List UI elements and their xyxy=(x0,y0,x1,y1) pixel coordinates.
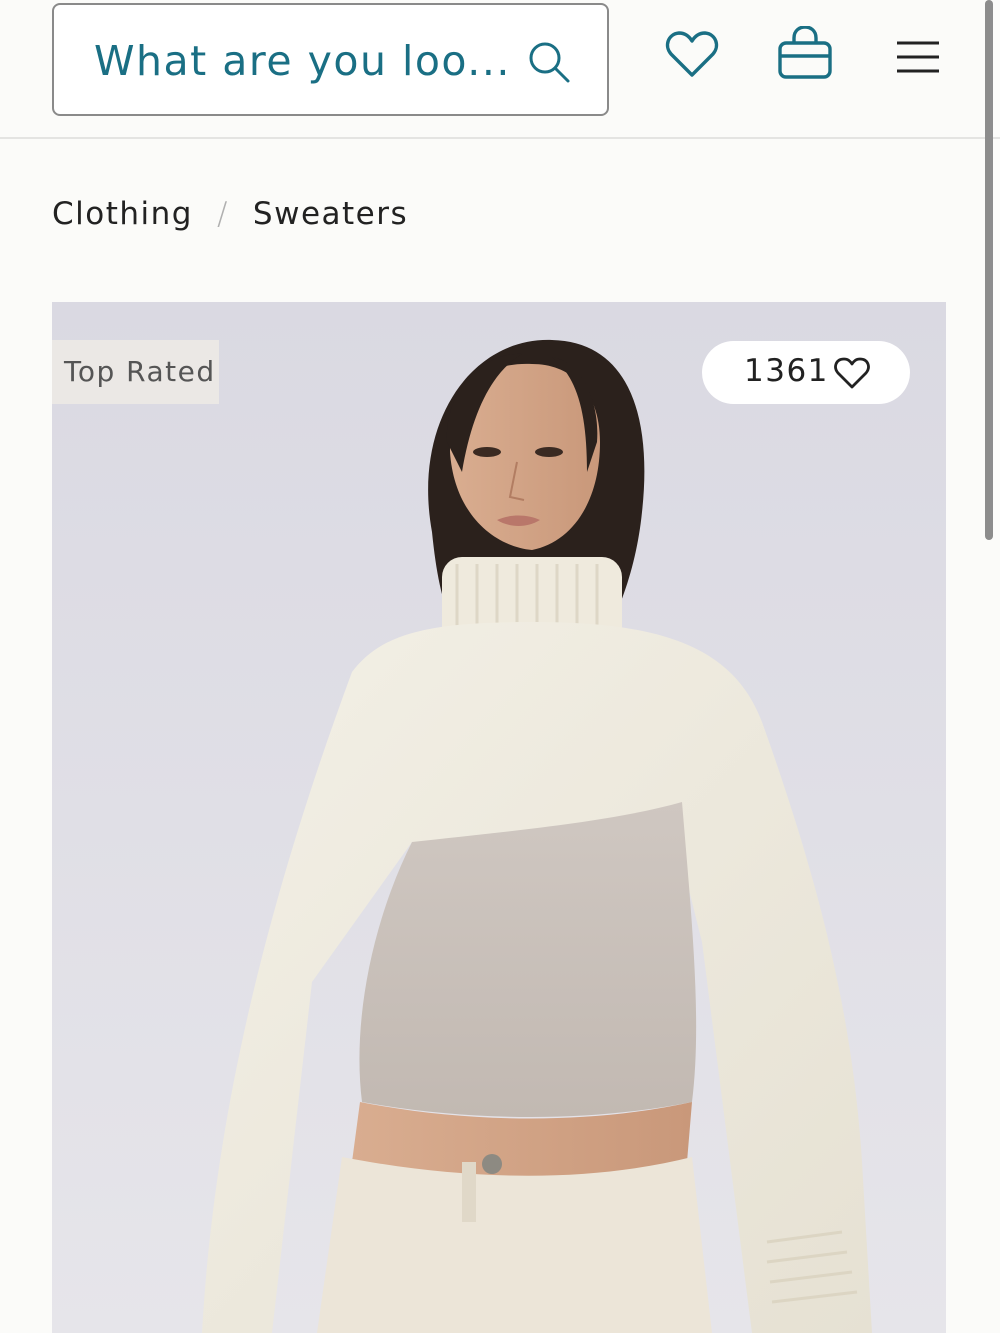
search-field[interactable]: What are you loo... xyxy=(52,3,609,116)
likes-button[interactable]: 1361 xyxy=(702,341,910,404)
search-placeholder: What are you loo... xyxy=(94,37,511,85)
product-image-card[interactable]: Top Rated 1361 xyxy=(52,302,946,1333)
product-photo[interactable] xyxy=(52,302,946,1333)
heart-icon[interactable] xyxy=(665,30,719,78)
top-header: What are you loo... xyxy=(0,0,1000,139)
breadcrumb-separator: / xyxy=(216,196,229,232)
breadcrumb-item-clothing[interactable]: Clothing xyxy=(52,196,193,232)
top-rated-badge: Top Rated xyxy=(52,340,219,404)
product-page: What are you loo... Clothing / Sweaters xyxy=(0,0,1000,1333)
breadcrumb: Clothing / Sweaters xyxy=(52,196,408,236)
shopping-bag-icon[interactable] xyxy=(776,26,834,80)
breadcrumb-item-sweaters[interactable]: Sweaters xyxy=(253,196,408,232)
likes-count: 1361 xyxy=(744,353,829,389)
scrollbar[interactable] xyxy=(985,0,993,540)
search-icon[interactable] xyxy=(526,39,572,85)
heart-icon xyxy=(834,357,870,389)
menu-icon[interactable] xyxy=(895,40,941,74)
